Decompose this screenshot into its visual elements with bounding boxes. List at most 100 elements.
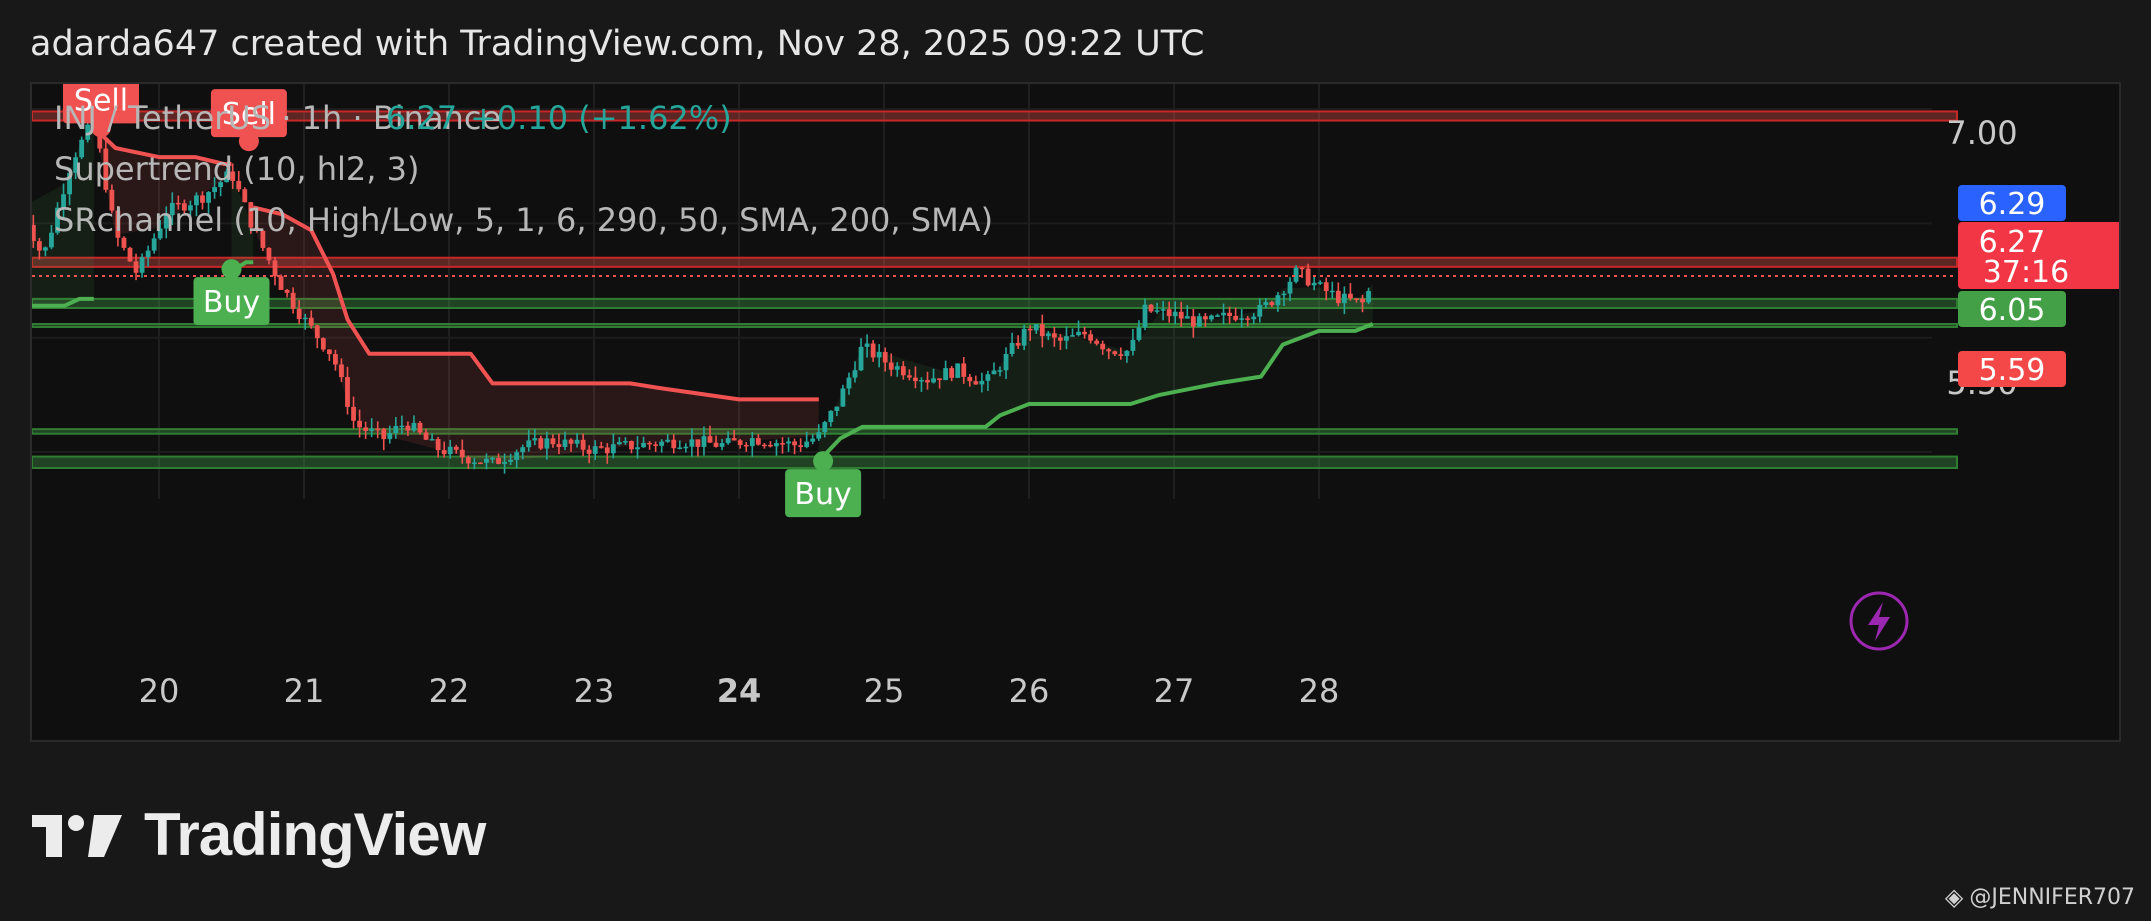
price-tag-current: 6.27 37:16 (1958, 222, 2119, 290)
candle-body (145, 250, 151, 258)
candle-body (1070, 335, 1075, 337)
candle-body (876, 351, 882, 358)
y-tick-7-00: 7.00 (1946, 114, 2017, 152)
candle-body (302, 317, 308, 320)
lightning-icon[interactable] (1849, 591, 1909, 651)
x-tick-22: 22 (429, 672, 470, 710)
candle-body (1142, 304, 1148, 328)
candle-body (1003, 353, 1009, 371)
candle-body (1299, 267, 1305, 270)
candle-body (411, 422, 417, 431)
candle-body (598, 446, 604, 448)
candle-body (1293, 267, 1299, 282)
x-tick-27: 27 (1154, 672, 1195, 710)
sr-zone-5 (32, 455, 1958, 470)
candle-body (834, 406, 840, 411)
candle-body (937, 378, 942, 381)
candle-body (447, 446, 453, 455)
candle-body (1263, 302, 1269, 305)
candle-body (1354, 298, 1359, 300)
tradingview-mark-icon (32, 814, 122, 857)
candle-body (429, 439, 435, 441)
candle-body (32, 224, 36, 242)
candle-body (955, 363, 961, 378)
candle-body (1311, 282, 1317, 286)
candle-body (375, 428, 381, 431)
candle-body (695, 439, 701, 447)
candle-body (121, 237, 127, 248)
candle-body (435, 439, 441, 451)
candle-body (308, 317, 314, 326)
price-chart[interactable]: Sell SellBuyBuy INJ / TetherUS · 1h · Bin… (32, 84, 2119, 740)
candle-body (1045, 333, 1051, 337)
price-tag-red-label: 5.59 (1979, 353, 2046, 388)
x-tick-26: 26 (1009, 672, 1050, 710)
candle-body (1106, 349, 1112, 352)
candle-body (798, 445, 804, 447)
candle-body (1335, 290, 1341, 304)
candle-body (761, 444, 767, 447)
price-tag-blue-label: 6.29 (1979, 187, 2046, 222)
candle-body (913, 377, 918, 382)
candle-body (514, 452, 520, 460)
candle-body (1281, 293, 1287, 296)
price-tag-green: 6.05 (1958, 291, 2066, 328)
candle-body (852, 370, 858, 378)
candle-body (1154, 310, 1160, 312)
candle-body (314, 325, 320, 339)
candle-body (731, 438, 737, 441)
candle-body (538, 438, 544, 449)
candle-body (1130, 339, 1136, 351)
binance-icon: ◈ (1944, 883, 1964, 911)
candle-body (888, 362, 894, 370)
candle-body (919, 380, 924, 382)
candle-body (786, 441, 791, 444)
candle-body (1257, 304, 1263, 317)
price-scale[interactable]: 7.00 5.50 6.29 6.27 37:16 6.05 5.59 (1946, 114, 2119, 402)
candle-body (484, 458, 489, 463)
candle-body (689, 439, 695, 447)
candle-body (774, 443, 779, 447)
candle-body (399, 425, 405, 428)
candle-body (586, 449, 592, 454)
candle-body (471, 462, 477, 465)
x-tick-20: 20 (139, 672, 180, 710)
candle-body (792, 441, 797, 446)
candle-body (1275, 295, 1281, 306)
candle-body (1051, 333, 1057, 338)
author-watermark: ◈ @JENNIFER707 (1945, 883, 2135, 911)
chart-panel[interactable]: Sell Sell Buy Buy INJ / TetherUS · 1h · Bin… (30, 82, 2121, 742)
candle-body (423, 432, 429, 440)
legend-supertrend[interactable]: Supertrend (10, hl2, 3) (54, 150, 419, 188)
candle-body (296, 308, 302, 320)
signal-dot (813, 451, 834, 472)
candle-body (858, 346, 864, 371)
candle-body (906, 375, 912, 378)
candle-body (1172, 311, 1178, 317)
candle-body (701, 436, 707, 447)
chart-attribution: adarda647 created with TradingView.com, … (30, 24, 1205, 64)
candle-body (393, 425, 399, 434)
signal-label: Buy (794, 477, 851, 512)
candle-body (743, 444, 749, 447)
candle-body (900, 366, 906, 376)
candle-body (43, 247, 48, 251)
candle-body (967, 376, 973, 382)
candle-body (1015, 342, 1021, 346)
x-tick-24: 24 (717, 672, 762, 710)
legend-change: +0.10 (+1.62%) (470, 99, 732, 137)
tradingview-logo[interactable]: TradingView (32, 800, 486, 869)
candle-body (635, 447, 640, 450)
candle-body (1215, 315, 1220, 317)
candle-body (556, 444, 562, 448)
candle-body (490, 457, 495, 460)
candle-body (623, 441, 628, 443)
candle-body (659, 441, 665, 446)
candle-body (520, 447, 526, 453)
candle-body (381, 428, 387, 440)
legend-srchannel[interactable]: SRchannel (10, High/Low, 5, 1, 6, 290, 5… (54, 201, 993, 239)
candle-body (1118, 354, 1124, 356)
candle-body (931, 378, 936, 383)
candle-body (780, 443, 785, 445)
candle-body (1100, 343, 1106, 350)
